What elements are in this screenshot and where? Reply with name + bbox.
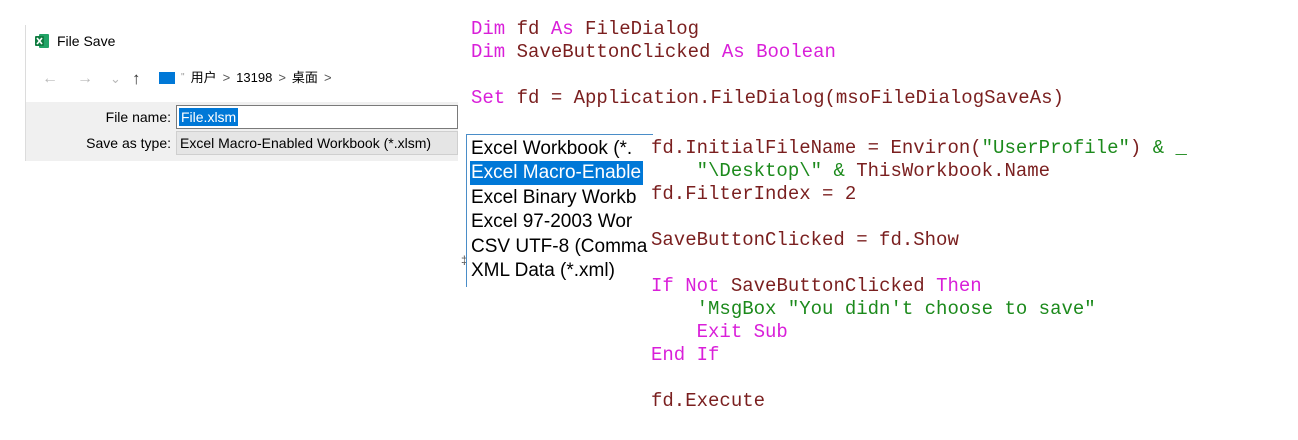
code-line: If Not SaveButtonClicked Then	[651, 275, 1187, 298]
save-as-type-select[interactable]: Excel Macro-Enabled Workbook (*.xlsm)	[176, 131, 458, 155]
back-arrow-icon[interactable]: ←	[42, 69, 58, 89]
code-token-keyword: Then	[936, 275, 982, 297]
vba-code-bottom: fd.InitialFileName = Environ("UserProfil…	[651, 137, 1187, 413]
excel-app-icon	[35, 34, 49, 48]
code-line: "\Desktop\" & ThisWorkbook.Name	[651, 160, 1187, 183]
code-token-string: "UserProfile"	[981, 137, 1130, 159]
code-token-string: & _	[1152, 137, 1187, 159]
code-line: Dim fd As FileDialog	[471, 18, 1064, 41]
code-line: Dim SaveButtonClicked As Boolean	[471, 41, 1064, 64]
vba-code-top: Dim fd As FileDialog Dim SaveButtonClicke…	[471, 18, 1064, 110]
code-line: Set fd = Application.FileDialog(msoFileD…	[471, 87, 1064, 110]
computer-icon	[159, 72, 175, 84]
code-line: fd.Execute	[651, 390, 1187, 413]
code-line-blank: ​	[651, 206, 1187, 229]
code-token: ThisWorkbook.Name	[844, 160, 1051, 182]
dialog-titlebar: File Save	[26, 25, 458, 58]
code-token-comment: 'MsgBox "You didn't choose to save"	[696, 298, 1096, 320]
file-name-label: File name:	[105, 109, 171, 125]
code-token-keyword: Not	[685, 275, 720, 297]
code-token: FileDialog	[573, 18, 700, 40]
code-token-keyword: Set	[471, 87, 506, 109]
code-token-keyword: As	[550, 18, 574, 40]
code-line-blank: ​	[651, 252, 1187, 275]
code-token-keyword: Dim	[471, 41, 506, 63]
code-token-keyword: If	[651, 275, 674, 297]
code-token: fd.InitialFileName = Environ(	[651, 137, 982, 159]
forward-arrow-icon[interactable]: →	[77, 69, 93, 89]
address-bar[interactable]: " 用户 >13198 > 桌面 >	[159, 67, 458, 89]
code-line: Exit Sub	[651, 321, 1187, 344]
navigation-bar: ← → ⌄ ↑ " 用户 >13198 > 桌面 >	[26, 58, 458, 102]
code-token: )	[1129, 137, 1153, 159]
code-token: fd = Application.FileDialog(msoFileDialo…	[505, 87, 1064, 109]
file-name-selected-text[interactable]: File.xlsm	[179, 108, 239, 126]
code-line: fd.InitialFileName = Environ("UserProfil…	[651, 137, 1187, 160]
breadcrumb-separator-icon[interactable]: >	[324, 67, 332, 89]
save-as-type-dropdown-list: Excel Workbook (*. Excel Macro-Enable Ex…	[466, 134, 653, 287]
code-token-keyword: Boolean	[744, 41, 836, 63]
breadcrumb-user-folder[interactable]: 13198	[236, 67, 272, 89]
dropdown-option[interactable]: Excel Workbook (*.	[470, 137, 653, 161]
address-overflow[interactable]: "	[181, 67, 185, 89]
dropdown-option[interactable]: CSV UTF-8 (Comma	[470, 235, 653, 259]
code-token: fd	[505, 18, 551, 40]
code-token-keyword: Exit Sub	[696, 321, 788, 343]
file-name-input[interactable]: File.xlsm	[176, 105, 458, 129]
code-line-blank: ​	[651, 367, 1187, 390]
code-token-keyword: As	[721, 41, 745, 63]
code-token: fd.FilterIndex = 2	[651, 183, 857, 205]
code-token-string: "\Desktop\"	[696, 160, 823, 182]
save-as-type-label: Save as type:	[86, 135, 171, 151]
breadcrumb-separator-icon[interactable]: >	[223, 67, 231, 89]
dropdown-option-selected[interactable]: Excel Macro-Enable	[470, 161, 643, 185]
code-line: fd.FilterIndex = 2	[651, 183, 1187, 206]
code-token: SaveButtonClicked	[505, 41, 722, 63]
breadcrumb-separator-icon[interactable]: >	[278, 67, 286, 89]
code-token-keyword: Dim	[471, 18, 506, 40]
code-line: 'MsgBox "You didn't choose to save"	[651, 298, 1187, 321]
breadcrumb-users[interactable]: 用户	[191, 67, 217, 89]
code-token: SaveButtonClicked	[719, 275, 937, 297]
dropdown-option[interactable]: Excel 97-2003 Wor	[470, 210, 653, 234]
dialog-title: File Save	[57, 33, 116, 49]
dropdown-option[interactable]: XML Data (*.xml)	[470, 259, 653, 283]
code-line-blank: ​	[471, 64, 1064, 87]
code-token: fd.Execute	[651, 390, 766, 412]
code-line: End If	[651, 344, 1187, 367]
recent-locations-chevron-icon[interactable]: ⌄	[110, 69, 121, 89]
code-token-string: &	[833, 160, 845, 182]
breadcrumb-desktop[interactable]: 桌面	[292, 67, 318, 89]
file-save-dialog: File Save ← → ⌄ ↑ " 用户 >13198 > 桌面 > File nam…	[25, 25, 458, 161]
code-line: SaveButtonClicked = fd.Show	[651, 229, 1187, 252]
code-token-keyword: End If	[651, 344, 720, 366]
dropdown-option[interactable]: Excel Binary Workb	[470, 186, 653, 210]
up-arrow-icon[interactable]: ↑	[132, 69, 141, 89]
code-token: SaveButtonClicked = fd.Show	[651, 229, 959, 251]
